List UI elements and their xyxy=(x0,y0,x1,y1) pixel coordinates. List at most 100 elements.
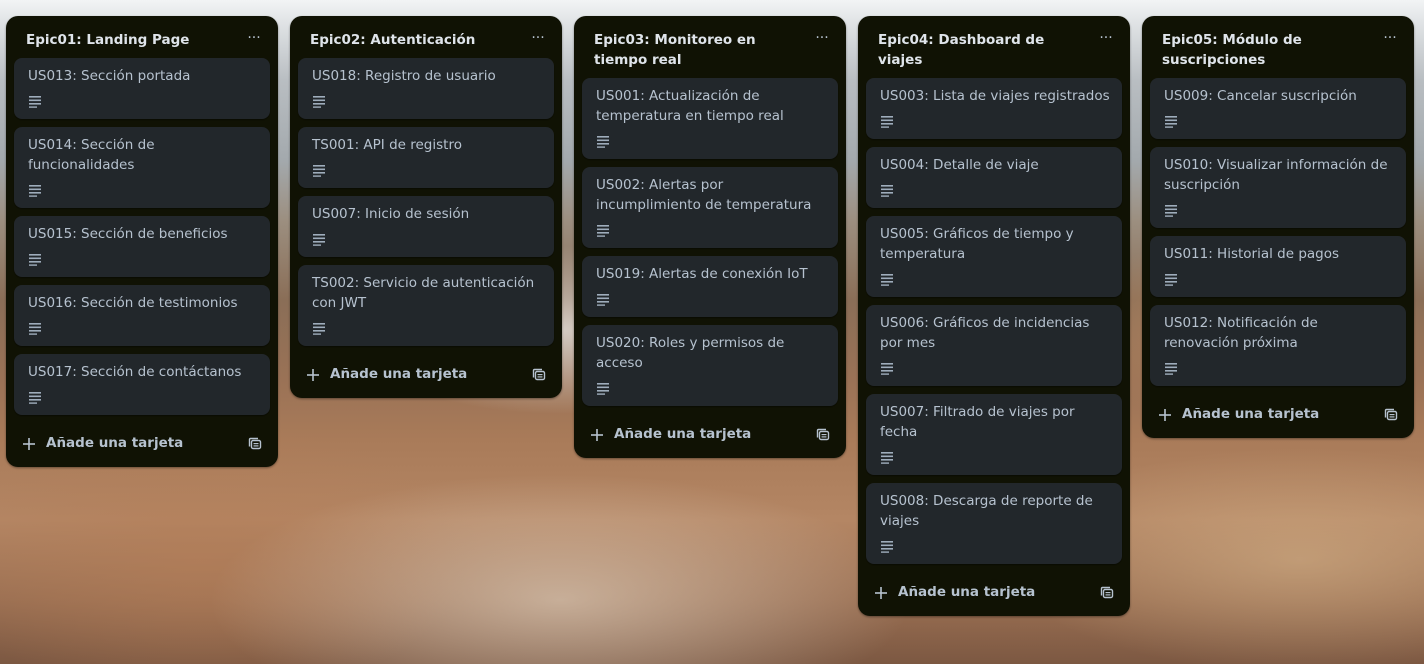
add-card-button[interactable]: Añade una tarjeta xyxy=(874,578,1035,606)
card[interactable]: US007: Inicio de sesión xyxy=(298,196,554,257)
card-template-icon[interactable] xyxy=(816,427,830,441)
description-icon xyxy=(312,93,326,108)
description-icon xyxy=(880,182,894,197)
add-card-button[interactable]: Añade una tarjeta xyxy=(306,360,467,388)
card-list: US009: Cancelar suscripción US010: Visual… xyxy=(1142,78,1414,386)
card-template-icon[interactable] xyxy=(1100,585,1114,599)
card-title: US001: Actualización de temperatura en t… xyxy=(596,88,784,124)
add-card-button[interactable]: Añade una tarjeta xyxy=(22,429,183,457)
card[interactable]: US013: Sección portada xyxy=(14,58,270,119)
list-epic-5[interactable]: Epic05: Módulo de suscripciones ··· US009:… xyxy=(1142,16,1414,438)
card[interactable]: US012: Notificación de renovación próxim… xyxy=(1150,305,1406,386)
card[interactable]: US009: Cancelar suscripción xyxy=(1150,78,1406,139)
card-title: TS002: Servicio de autenticación con JWT xyxy=(312,275,535,311)
description-icon xyxy=(1164,202,1178,217)
card-template-icon[interactable] xyxy=(248,436,262,450)
add-card-label: Añade una tarjeta xyxy=(46,435,184,451)
card-title: US017: Sección de contáctanos xyxy=(28,364,242,380)
card[interactable]: TS002: Servicio de autenticación con JWT xyxy=(298,265,554,346)
description-icon xyxy=(28,389,42,404)
list-title[interactable]: Epic04: Dashboard de viajes xyxy=(878,30,1086,70)
card[interactable]: US008: Descarga de reporte de viajes xyxy=(866,483,1122,564)
description-icon xyxy=(312,231,326,246)
list-epic-1[interactable]: Epic01: Landing Page ··· US013: Sección po… xyxy=(6,16,278,467)
add-card-button[interactable]: Añade una tarjeta xyxy=(590,420,751,448)
plus-icon xyxy=(590,427,604,441)
list-header: Epic04: Dashboard de viajes ··· xyxy=(858,16,1130,76)
plus-icon xyxy=(874,585,888,599)
card[interactable]: TS001: API de registro xyxy=(298,127,554,188)
card-title: US012: Notificación de renovación próxim… xyxy=(1164,315,1318,351)
ellipsis-icon[interactable]: ··· xyxy=(1094,27,1118,51)
ellipsis-icon[interactable]: ··· xyxy=(242,27,266,51)
list-footer: Añade una tarjeta xyxy=(858,572,1130,616)
card[interactable]: US005: Gráficos de tiempo y temperatura xyxy=(866,216,1122,297)
description-icon xyxy=(312,320,326,335)
card[interactable]: US007: Filtrado de viajes por fecha xyxy=(866,394,1122,475)
list-epic-3[interactable]: Epic03: Monitoreo en tiempo real ··· US001… xyxy=(574,16,846,458)
card[interactable]: US002: Alertas por incumplimiento de tem… xyxy=(582,167,838,248)
card-title: US018: Registro de usuario xyxy=(312,68,496,84)
card[interactable]: US017: Sección de contáctanos xyxy=(14,354,270,415)
description-icon xyxy=(28,93,42,108)
ellipsis-icon[interactable]: ··· xyxy=(526,27,550,51)
list-footer: Añade una tarjeta xyxy=(6,423,278,467)
description-icon xyxy=(596,133,610,148)
plus-icon xyxy=(22,436,36,450)
description-icon xyxy=(1164,360,1178,375)
list-title[interactable]: Epic01: Landing Page xyxy=(26,30,234,50)
list-title[interactable]: Epic02: Autenticación xyxy=(310,30,518,50)
card-template-icon[interactable] xyxy=(532,367,546,381)
card-title: US019: Alertas de conexión IoT xyxy=(596,266,808,282)
card[interactable]: US003: Lista de viajes registrados xyxy=(866,78,1122,139)
add-card-label: Añade una tarjeta xyxy=(898,584,1036,600)
list-title[interactable]: Epic05: Módulo de suscripciones xyxy=(1162,30,1370,70)
description-icon xyxy=(28,251,42,266)
list-header: Epic02: Autenticación ··· xyxy=(290,16,562,56)
description-icon xyxy=(880,360,894,375)
card[interactable]: US016: Sección de testimonios xyxy=(14,285,270,346)
list-header: Epic03: Monitoreo en tiempo real ··· xyxy=(574,16,846,76)
card[interactable]: US018: Registro de usuario xyxy=(298,58,554,119)
card[interactable]: US006: Gráficos de incidencias por mes xyxy=(866,305,1122,386)
ellipsis-icon[interactable]: ··· xyxy=(1378,27,1402,51)
card-title: US015: Sección de beneficios xyxy=(28,226,228,242)
card-title: US013: Sección portada xyxy=(28,68,191,84)
description-icon xyxy=(1164,113,1178,128)
card-title: US004: Detalle de viaje xyxy=(880,157,1039,173)
description-icon xyxy=(28,182,42,197)
add-card-label: Añade una tarjeta xyxy=(1182,406,1320,422)
card-list: US003: Lista de viajes registrados US004:… xyxy=(858,78,1130,564)
card[interactable]: US014: Sección de funcionalidades xyxy=(14,127,270,208)
list-epic-4[interactable]: Epic04: Dashboard de viajes ··· US003: Lis… xyxy=(858,16,1130,616)
description-icon xyxy=(596,380,610,395)
card-template-icon[interactable] xyxy=(1384,407,1398,421)
list-epic-2[interactable]: Epic02: Autenticación ··· US018: Registro … xyxy=(290,16,562,398)
card-title: US007: Filtrado de viajes por fecha xyxy=(880,404,1075,440)
card[interactable]: US020: Roles y permisos de acceso xyxy=(582,325,838,406)
card[interactable]: US019: Alertas de conexión IoT xyxy=(582,256,838,317)
add-card-button[interactable]: Añade una tarjeta xyxy=(1158,400,1319,428)
board: Epic01: Landing Page ··· US013: Sección po… xyxy=(0,0,1424,664)
card[interactable]: US004: Detalle de viaje xyxy=(866,147,1122,208)
card[interactable]: US001: Actualización de temperatura en t… xyxy=(582,78,838,159)
card-title: US011: Historial de pagos xyxy=(1164,246,1340,262)
description-icon xyxy=(28,320,42,335)
card[interactable]: US011: Historial de pagos xyxy=(1150,236,1406,297)
description-icon xyxy=(880,113,894,128)
card-title: US008: Descarga de reporte de viajes xyxy=(880,493,1093,529)
card-title: US020: Roles y permisos de acceso xyxy=(596,335,785,371)
description-icon xyxy=(1164,271,1178,286)
list-footer: Añade una tarjeta xyxy=(1142,394,1414,438)
card[interactable]: US015: Sección de beneficios xyxy=(14,216,270,277)
card-title: US009: Cancelar suscripción xyxy=(1164,88,1357,104)
card[interactable]: US010: Visualizar información de suscrip… xyxy=(1150,147,1406,228)
card-title: TS001: API de registro xyxy=(312,137,462,153)
card-list: US001: Actualización de temperatura en t… xyxy=(574,78,846,406)
ellipsis-icon[interactable]: ··· xyxy=(810,27,834,51)
card-title: US010: Visualizar información de suscrip… xyxy=(1164,157,1388,193)
list-title[interactable]: Epic03: Monitoreo en tiempo real xyxy=(594,30,802,70)
list-header: Epic01: Landing Page ··· xyxy=(6,16,278,56)
description-icon xyxy=(312,162,326,177)
description-icon xyxy=(880,449,894,464)
